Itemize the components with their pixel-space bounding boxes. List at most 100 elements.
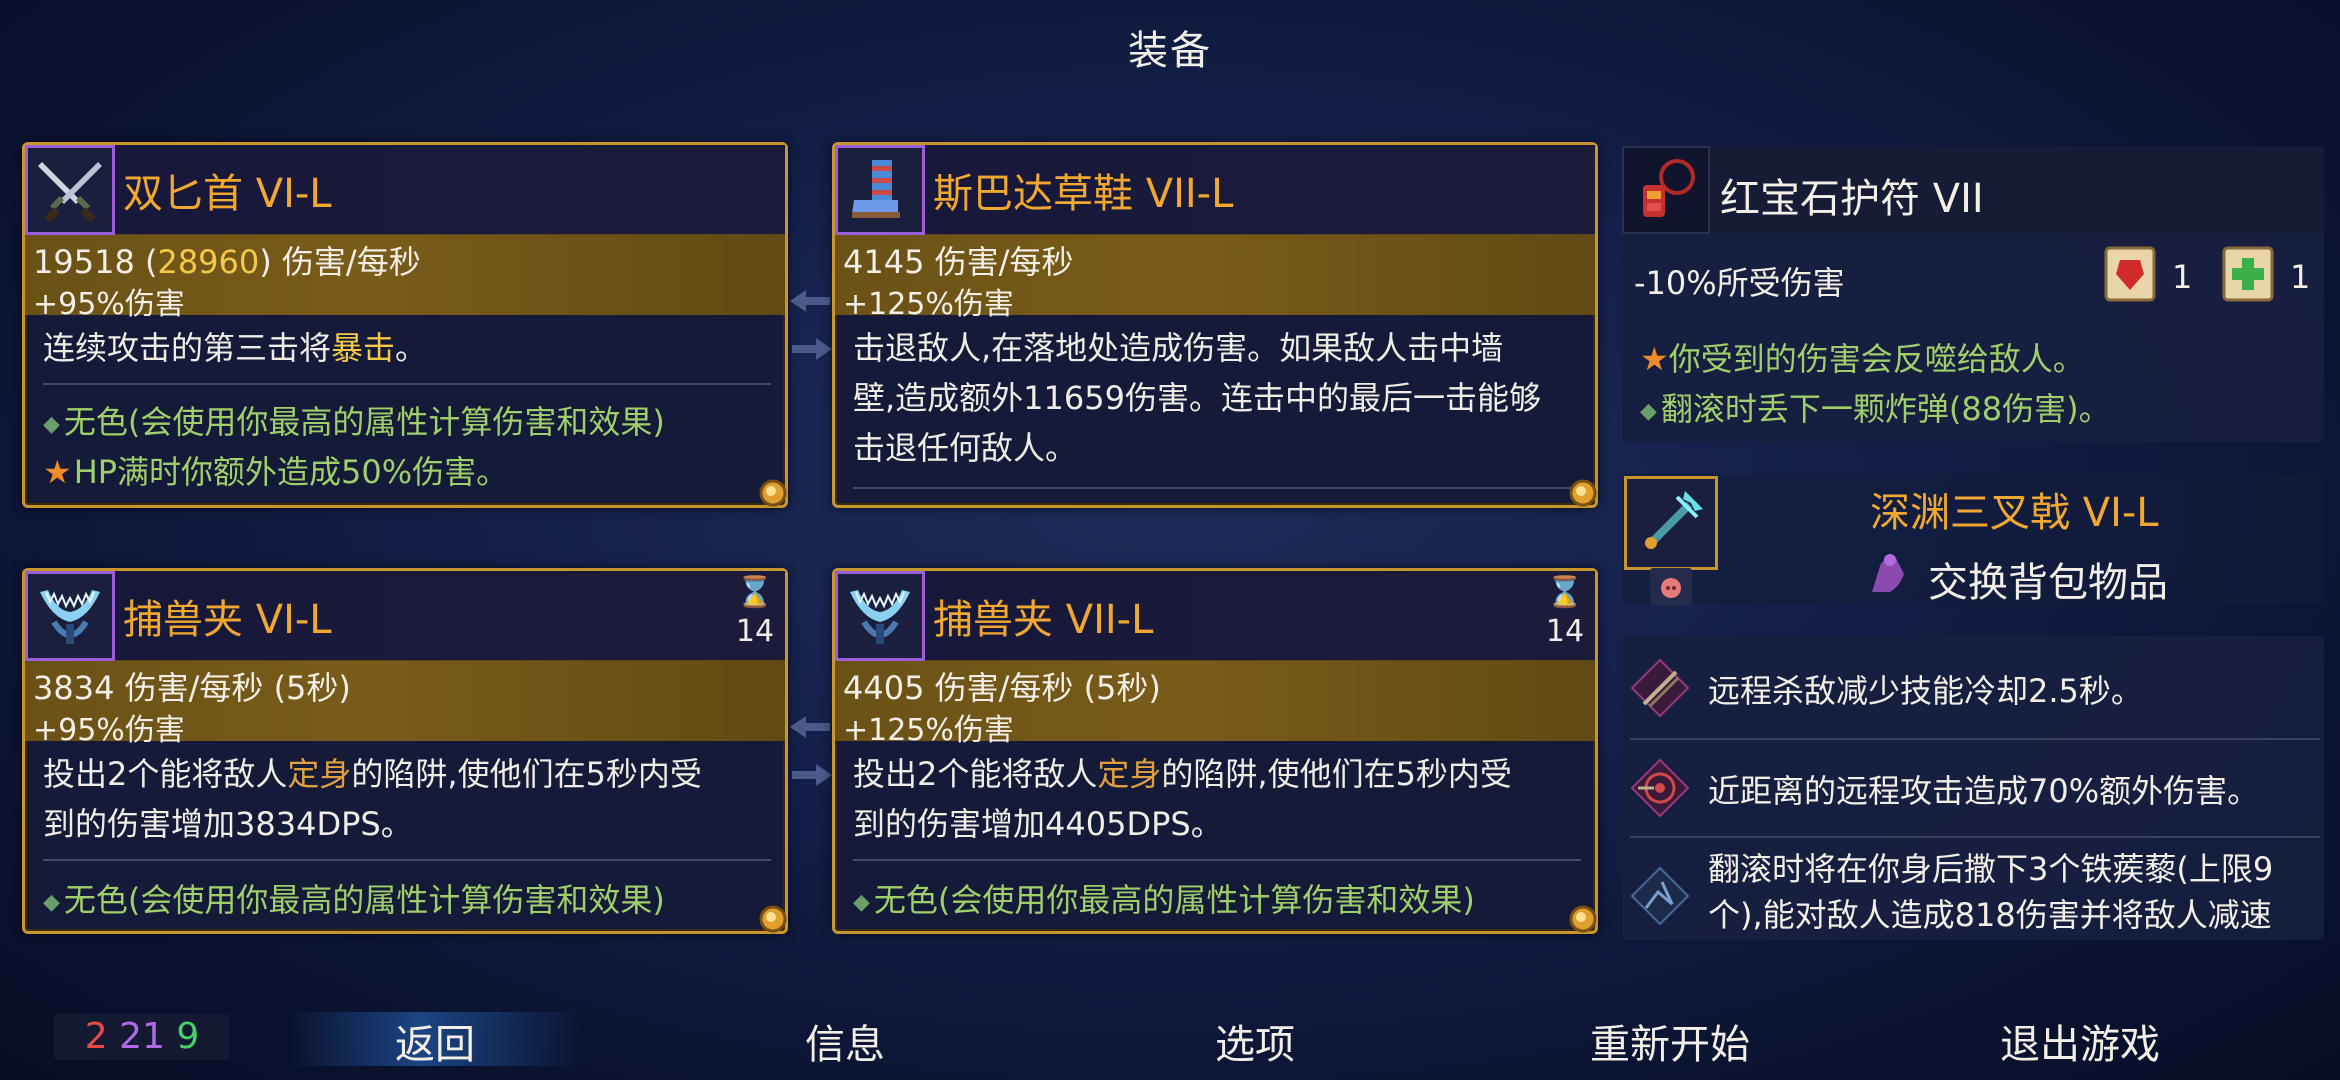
brutality-count: 2 — [84, 1016, 108, 1057]
desc-pre: 投出2个能将敌人 — [853, 755, 1098, 793]
mutation-text: 远程杀敌减少技能冷却2.5秒。 — [1708, 672, 2143, 710]
card-dps: 19518 (28960) 伤害/每秒 — [33, 237, 421, 283]
desc-post: 的陷阱,使他们在5秒内受 — [351, 755, 702, 793]
amulet-stat: -10%所受伤害 — [1634, 264, 1845, 302]
desc-pre: 投出2个能将敌人 — [43, 755, 288, 793]
desc-line: 壁,造成额外11659伤害。连击中的最后一击能够 — [853, 379, 1541, 417]
ruby-amulet-icon — [1622, 146, 1710, 234]
cooldown-indicator: ⌛ 14 — [1545, 575, 1585, 649]
trident-icon[interactable] — [1624, 476, 1718, 570]
hourglass-icon: ⌛ — [1546, 575, 1584, 610]
gold-corner-gem-icon — [1569, 905, 1597, 933]
effect-text: 你受到的伤害会反噬给敌人。 — [1668, 340, 2085, 378]
hourglass-icon: ⌛ — [736, 575, 774, 610]
desc-line: 击退敌人,在落地处造成伤害。如果敌人击中墙 — [853, 329, 1504, 367]
back-button[interactable]: 返回 — [350, 1012, 520, 1070]
card-bonus: +95%伤害 — [33, 287, 185, 322]
mutation-row[interactable]: 远程杀敌减少技能冷却2.5秒。 — [1624, 656, 2324, 726]
mutation-divider — [1630, 738, 2320, 740]
pig-badge-icon — [1650, 568, 1692, 606]
desc-line: 到的伤害增加4405DPS。 — [853, 805, 1223, 843]
dps-close: ) 伤害/每秒 — [259, 243, 421, 281]
amulet-name: 红宝石护符 VII — [1720, 176, 1984, 222]
survival-count: 9 — [176, 1016, 200, 1057]
quit-game-button[interactable]: 退出游戏 — [1970, 1012, 2190, 1070]
scroll-counter: 2 21 9 — [54, 1014, 230, 1060]
swap-backpack-label[interactable]: 交换背包物品 — [1928, 550, 2168, 608]
desc-line: 到的伤害增加3834DPS。 — [43, 805, 413, 843]
swap-backpack-button-icon[interactable] — [1860, 546, 1912, 598]
scroll-count: 1 — [2290, 258, 2311, 296]
card-dps: 4405 伤害/每秒 (5秒) — [843, 669, 1161, 707]
dps-high: 28960 — [157, 243, 260, 281]
diamond-icon: ◆ — [853, 889, 870, 915]
card-weapon-name: 双匕首 VI-L — [123, 171, 332, 217]
desc-line: 投出2个能将敌人定身的陷阱,使他们在5秒内受 — [43, 749, 771, 799]
brutality-scroll-icon — [2104, 246, 2156, 302]
scroll-count: 1 — [2172, 258, 2193, 296]
swap-left-arrow-icon[interactable] — [788, 286, 832, 316]
trait-text: 无色(会使用你最高的属性计算伤害和效果) — [63, 403, 665, 441]
card-description: 投出2个能将敌人定身的陷阱,使他们在5秒内受 到的伤害增加3834DPS。 — [43, 749, 771, 849]
skill-card-bear-trap-1[interactable]: 捕兽夹 VI-L ⌛ 14 3834 伤害/每秒 (5秒) +95%伤害 投出2… — [22, 568, 788, 934]
dps-open: ( — [134, 243, 158, 281]
card-dps: 3834 伤害/每秒 (5秒) — [33, 669, 351, 707]
star-icon: ★ — [43, 453, 72, 491]
survival-scroll-icon — [2222, 246, 2274, 302]
tactics-count: 21 — [119, 1016, 165, 1057]
amulet-effect-legendary: ★你受到的伤害会反噬给敌人。 — [1640, 334, 2085, 380]
mutation-text-line: 翻滚时将在你身后撒下3个铁蒺藜(上限9 — [1708, 850, 2274, 888]
mutation-text: 近距离的远程攻击造成70%额外伤害。 — [1708, 772, 2260, 810]
swap-right-arrow-icon[interactable] — [790, 760, 834, 790]
mutation-text: 翻滚时将在你身后撒下3个铁蒺藜(上限9 个),能对敌人造成818伤害并将敌人减速 — [1708, 846, 2273, 938]
desc-line: 投出2个能将敌人定身的陷阱,使他们在5秒内受 — [853, 749, 1581, 799]
caltrops-icon — [1630, 866, 1690, 926]
amulet-panel[interactable]: 红宝石护符 VII -10%所受伤害 1 1 ★你受到的伤害会反噬给敌人。 ◆ 翻… — [1622, 146, 2324, 442]
card-trait-colorless: ◆ 无色(会使用你最高的属性计算伤害和效果) — [853, 875, 1475, 921]
options-button[interactable]: 选项 — [1170, 1012, 1340, 1070]
swap-right-arrow-icon[interactable] — [790, 334, 834, 364]
card-description: 击退敌人,在落地处造成伤害。如果敌人击中墙 壁,造成额外11659伤害。连击中的… — [853, 323, 1581, 473]
card-trait-legendary: ★HP满时你额外造成50%伤害。 — [43, 447, 508, 493]
desc-keyword: 定身 — [1097, 755, 1162, 793]
mutation-row[interactable]: 翻滚时将在你身后撒下3个铁蒺藜(上限9 个),能对敌人造成818伤害并将敌人减速 — [1624, 846, 2324, 938]
diamond-icon: ◆ — [1640, 398, 1657, 424]
card-bonus: +125%伤害 — [843, 713, 1014, 748]
card-dps: 4145 伤害/每秒 — [843, 243, 1074, 281]
gold-corner-gem-icon — [759, 479, 787, 507]
desc-post: 。 — [395, 329, 428, 367]
star-icon: ★ — [1640, 340, 1669, 378]
crossed-arrows-icon — [1630, 658, 1690, 718]
cooldown-seconds: 14 — [1545, 614, 1585, 649]
desc-post: 的陷阱,使他们在5秒内受 — [1161, 755, 1512, 793]
gold-corner-gem-icon — [759, 905, 787, 933]
desc-pre: 连续攻击的第三击将 — [43, 329, 332, 367]
mutation-divider — [1630, 836, 2320, 838]
desc-keyword: 定身 — [287, 755, 352, 793]
swap-left-arrow-icon[interactable] — [788, 712, 832, 742]
card-trait-colorless: ◆ 无色(会使用你最高的属性计算伤害和效果) — [43, 397, 665, 443]
weapon-card-spartan-sandals[interactable]: 斯巴达草鞋 VII-L 4145 伤害/每秒 +125%伤害 击退敌人,在落地处… — [832, 142, 1598, 508]
cooldown-indicator: ⌛ 14 — [735, 575, 775, 649]
card-bonus: +95%伤害 — [33, 713, 185, 748]
card-weapon-name: 斯巴达草鞋 VII-L — [933, 171, 1234, 217]
mutation-row[interactable]: 近距离的远程攻击造成70%额外伤害。 — [1624, 756, 2324, 826]
restart-button[interactable]: 重新开始 — [1560, 1012, 1780, 1070]
amulet-effect: ◆ 翻滚时丢下一颗炸弹(88伤害)。 — [1640, 384, 2111, 430]
weapon-card-twin-daggers[interactable]: 双匕首 VI-L 19518 (28960) 伤害/每秒 +95%伤害 连续攻击… — [22, 142, 788, 508]
trait-text: HP满时你额外造成50%伤害。 — [73, 453, 509, 491]
skill-card-bear-trap-2[interactable]: 捕兽夹 VII-L ⌛ 14 4405 伤害/每秒 (5秒) +125%伤害 投… — [832, 568, 1598, 934]
diamond-icon: ◆ — [43, 889, 60, 915]
screen-title: 装备 — [1128, 28, 1212, 74]
card-description: 投出2个能将敌人定身的陷阱,使他们在5秒内受 到的伤害增加4405DPS。 — [853, 749, 1581, 849]
card-skill-name: 捕兽夹 VII-L — [933, 597, 1154, 643]
bear-trap-icon — [835, 571, 925, 661]
card-divider — [853, 859, 1581, 861]
bear-trap-icon — [25, 571, 115, 661]
desc-keyword: 暴击 — [331, 329, 396, 367]
info-button[interactable]: 信息 — [760, 1012, 930, 1070]
twin-daggers-icon — [25, 145, 115, 235]
card-trait-colorless: ◆ 无色(会使用你最高的属性计算伤害和效果) — [43, 875, 665, 921]
desc-line: 击退任何敌人。 — [853, 429, 1078, 467]
backpack-weapon-name: 深渊三叉戟 VI-L — [1870, 490, 2159, 536]
